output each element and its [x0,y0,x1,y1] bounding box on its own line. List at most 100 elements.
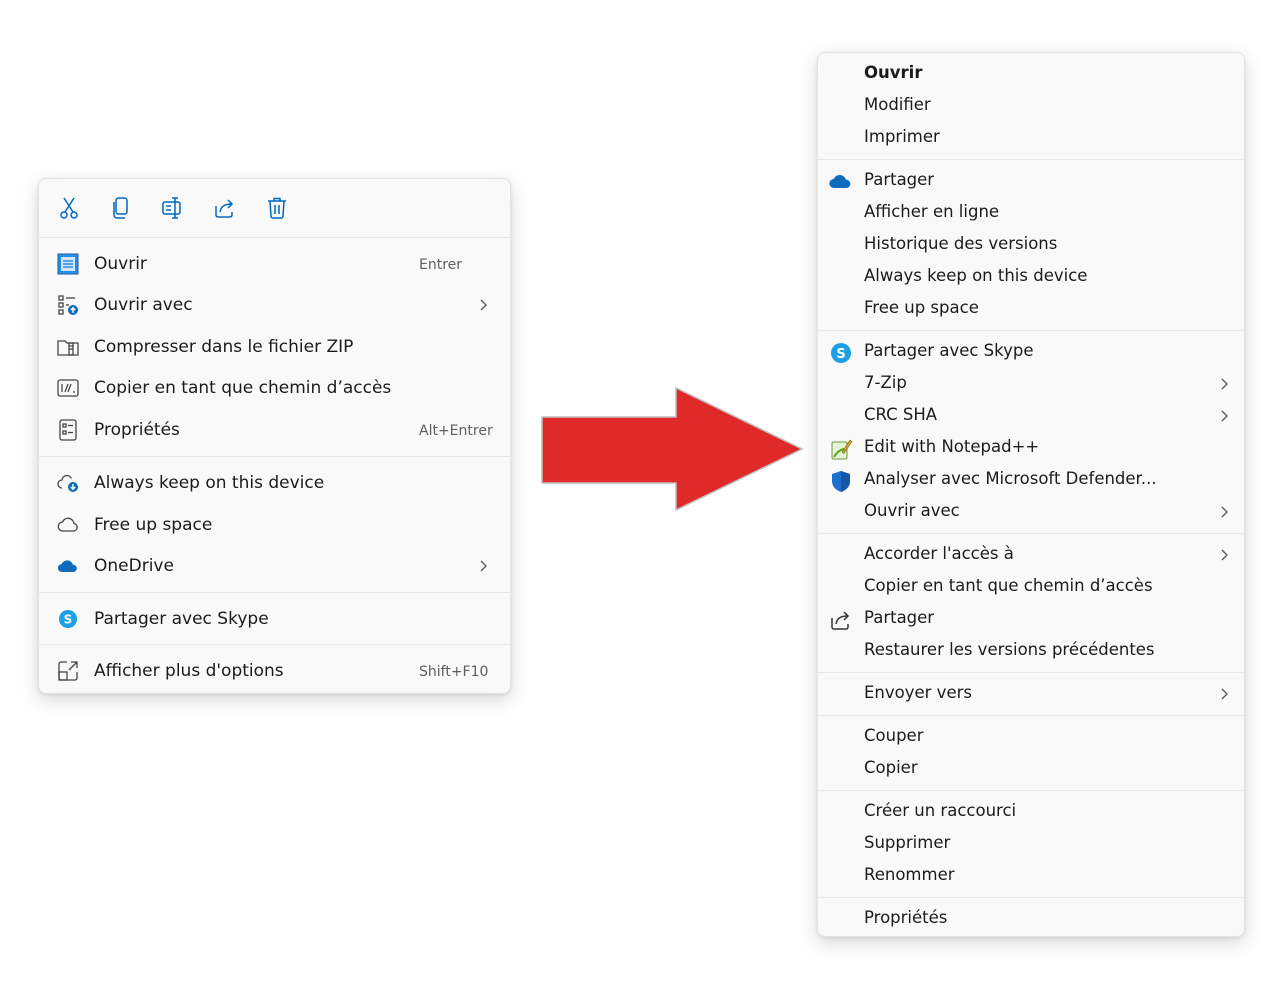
menu-item-label: Ouvrir avec [94,295,193,315]
cut-icon [60,197,78,219]
menu-item-ouvrir[interactable]: Ouvrir Entrer [39,246,510,282]
menu-item-label: Imprimer [864,127,940,146]
delete-button[interactable] [264,195,290,221]
cloud-sync-icon [57,472,79,494]
menu-item-label: Free up space [864,298,979,317]
menu-item-label: Propriétés [94,420,180,440]
menu-item-restaurer[interactable]: Restaurer les versions précédentes [818,635,1244,667]
menu-item-defender[interactable]: Analyser avec Microsoft Defender... [818,464,1244,496]
menu-item-renommer[interactable]: Renommer [818,860,1244,892]
menu-item-copy-path[interactable]: Copier en tant que chemin d’accès [818,571,1244,603]
menu-item-label: Restaurer les versions précédentes [864,640,1155,659]
menu-item-proprietes[interactable]: Propriétés Alt+Entrer [39,412,510,448]
menu-item-ouvrir-avec[interactable]: Ouvrir avec [39,287,510,323]
onedrive-icon [829,170,853,194]
menu-item-skype[interactable]: S Partager avec Skype [818,336,1244,368]
red-arrow-graphic [541,386,804,512]
menu-item-label: Copier [864,758,918,777]
menu-item-historique[interactable]: Historique des versions [818,229,1244,261]
separator [818,897,1244,898]
rename-button[interactable] [160,195,186,221]
share-button[interactable] [212,195,238,221]
notepadpp-icon [829,437,853,461]
separator [39,456,510,457]
menu-item-7zip[interactable]: 7-Zip [818,368,1244,400]
menu-item-crc-sha[interactable]: CRC SHA [818,400,1244,432]
menu-item-creer-raccourci[interactable]: Créer un raccourci [818,796,1244,828]
skype-icon: S [57,608,79,630]
separator [818,159,1244,160]
chevron-right-icon [1221,688,1228,700]
menu-item-compress-zip[interactable]: Compresser dans le fichier ZIP [39,329,510,365]
menu-item-label: Partager [864,170,935,189]
shortcut-text: Alt+Entrer [419,423,493,439]
menu-item-copier[interactable]: Copier [818,753,1244,785]
menu-item-always-keep[interactable]: Always keep on this device [818,261,1244,293]
open-with-icon [57,294,79,316]
copy-path-icon [57,377,79,399]
menu-item-ouvrir[interactable]: Ouvrir [818,58,1244,90]
chevron-right-icon [1221,549,1228,561]
properties-icon [57,419,79,441]
menu-item-couper[interactable]: Couper [818,721,1244,753]
chevron-right-icon [1221,506,1228,518]
menu-item-free-up-space[interactable]: Free up space [39,507,510,543]
separator [39,644,510,645]
defender-shield-icon [829,469,853,493]
context-menu-new: Ouvrir Entrer Ouvrir avec Compresser dan… [38,178,511,694]
menu-item-partager[interactable]: Partager [818,603,1244,635]
menu-item-label: Afficher en ligne [864,202,1000,221]
menu-item-label: Ouvrir [864,63,923,82]
menu-item-notepadpp[interactable]: Edit with Notepad++ [818,432,1244,464]
menu-item-copy-path[interactable]: Copier en tant que chemin d’accès [39,370,510,406]
menu-item-proprietes[interactable]: Propriétés [818,903,1244,935]
delete-icon [268,197,286,219]
menu-item-label: Analyser avec Microsoft Defender... [864,469,1157,488]
chevron-right-icon [1221,378,1228,390]
chevron-right-icon [1221,410,1228,422]
context-menu-classic: Ouvrir Modifier Imprimer Partager Affich… [817,52,1245,937]
zip-icon [57,336,79,358]
menu-item-label: Modifier [864,95,931,114]
menu-item-afficher-en-ligne[interactable]: Afficher en ligne [818,197,1244,229]
open-app-icon [57,253,79,275]
menu-item-label: Always keep on this device [94,473,325,493]
quick-actions-toolbar [39,179,510,237]
menu-item-label: Historique des versions [864,234,1058,253]
cloud-outline-icon [57,514,79,536]
menu-item-label: 7-Zip [864,373,907,392]
menu-item-accorder-acces[interactable]: Accorder l'accès à [818,539,1244,571]
cut-button[interactable] [56,195,82,221]
separator [39,237,510,238]
separator [39,592,510,593]
separator [818,330,1244,331]
menu-item-label: OneDrive [94,556,174,576]
shortcut-text: Entrer [419,257,463,273]
menu-item-label: Supprimer [864,833,951,852]
menu-item-label: Propriétés [864,908,948,927]
separator [818,790,1244,791]
share-icon [215,199,234,218]
menu-item-label: Renommer [864,865,955,884]
menu-item-envoyer-vers[interactable]: Envoyer vers [818,678,1244,710]
menu-item-always-keep[interactable]: Always keep on this device [39,465,510,501]
menu-item-more-options[interactable]: Afficher plus d'options Shift+F10 [39,653,510,689]
menu-item-partager-onedrive[interactable]: Partager [818,165,1244,197]
menu-item-label: Afficher plus d'options [94,661,284,681]
svg-text:S: S [836,347,845,362]
menu-item-label: Compresser dans le fichier ZIP [94,337,354,357]
menu-item-modifier[interactable]: Modifier [818,90,1244,122]
menu-item-onedrive[interactable]: OneDrive [39,548,510,584]
menu-item-supprimer[interactable]: Supprimer [818,828,1244,860]
copy-button[interactable] [108,195,134,221]
menu-item-free-up-space[interactable]: Free up space [818,293,1244,325]
menu-item-imprimer[interactable]: Imprimer [818,122,1244,154]
menu-item-label: Envoyer vers [864,683,972,702]
chevron-right-icon [480,299,487,311]
menu-item-label: Accorder l'accès à [864,544,1014,563]
menu-item-ouvrir-avec[interactable]: Ouvrir avec [818,496,1244,528]
menu-item-skype[interactable]: S Partager avec Skype [39,601,510,637]
menu-item-label: Edit with Notepad++ [864,437,1040,456]
shortcut-text: Shift+F10 [419,664,489,680]
rename-icon [162,197,181,219]
